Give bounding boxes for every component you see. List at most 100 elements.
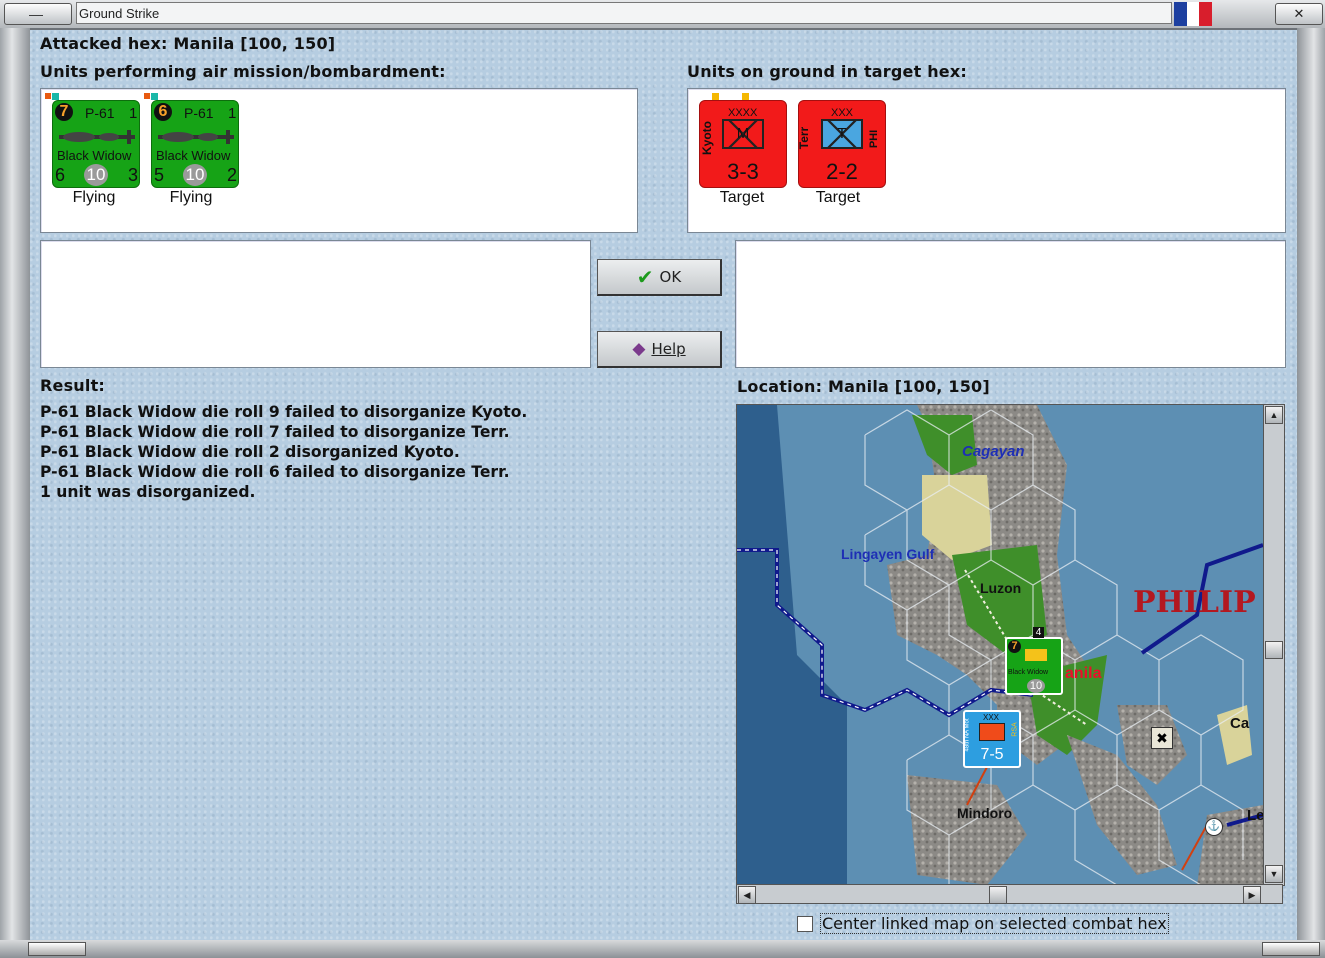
unit-id-badge: 6 bbox=[154, 103, 172, 121]
ground-units-secondary-panel bbox=[735, 240, 1286, 368]
window-title: Ground Strike bbox=[76, 2, 1172, 24]
armor-symbol-icon bbox=[979, 723, 1005, 741]
marker-icon bbox=[45, 93, 51, 99]
unit-size: XXXX bbox=[728, 107, 758, 119]
result-line: P-61 Black Widow die roll 6 failed to di… bbox=[40, 463, 510, 481]
aircraft-icon bbox=[59, 130, 135, 144]
location-map[interactable]: Cagayan Lingayen Gulf Luzon PHILIP anila… bbox=[736, 404, 1264, 886]
air-unit-status: Flying bbox=[169, 189, 213, 206]
ground-units-label: Units on ground in target hex: bbox=[687, 62, 967, 81]
center-map-checkbox[interactable] bbox=[797, 916, 813, 932]
aircraft-icon bbox=[158, 130, 234, 144]
unit-right-value: 2 bbox=[227, 165, 238, 185]
aircraft-type: P-61 bbox=[184, 105, 214, 121]
map-label-mindoro: Mindoro bbox=[957, 805, 1013, 821]
marker-icon bbox=[712, 93, 719, 100]
resize-grip-left[interactable] bbox=[28, 942, 86, 956]
scroll-down-icon[interactable]: ▼ bbox=[1265, 865, 1283, 883]
unit-strength: 7-5 bbox=[980, 746, 1004, 763]
unit-left-value: 6 bbox=[55, 165, 66, 185]
unit-corner-value: 1 bbox=[228, 105, 237, 122]
help-book-icon: ◆ bbox=[632, 339, 646, 359]
unit-right-value: 3 bbox=[128, 165, 139, 185]
map-air-counter[interactable]: 4 7 Black Widow 10 bbox=[1005, 627, 1063, 695]
air-unit-status: Flying bbox=[72, 189, 116, 206]
aircraft-name: Black Widow bbox=[156, 148, 231, 163]
resize-grip-right[interactable] bbox=[1262, 942, 1320, 956]
ground-unit-status: Target bbox=[719, 189, 765, 206]
unit-nation: RSA bbox=[1011, 722, 1019, 737]
help-button-label: Help bbox=[651, 340, 686, 358]
result-log: P-61 Black Widow die roll 9 failed to di… bbox=[40, 402, 527, 502]
unit-side-label: Kyoto bbox=[700, 121, 714, 155]
window-menu-button[interactable]: — bbox=[4, 3, 72, 25]
air-units-label: Units performing air mission/bombardment… bbox=[40, 62, 446, 81]
ground-unit-counter[interactable]: Terr XXX T PHI 2-2 bbox=[797, 100, 886, 188]
unit-side-label: Terr bbox=[797, 126, 812, 150]
unit-corner-value: 1 bbox=[129, 105, 138, 122]
ground-unit-counter[interactable]: Kyoto XXXX M 3-3 bbox=[699, 93, 787, 188]
ok-button[interactable]: ✔ OK bbox=[597, 259, 722, 296]
marker-icon bbox=[742, 93, 749, 100]
air-units-secondary-panel bbox=[40, 240, 591, 368]
scroll-up-icon[interactable]: ▲ bbox=[1265, 406, 1283, 424]
location-label: Location: Manila [100, 150] bbox=[737, 377, 990, 396]
close-button[interactable]: ✕ bbox=[1275, 3, 1323, 25]
help-button[interactable]: ◆ Help bbox=[597, 331, 722, 368]
unit-left-value: 5 bbox=[154, 165, 165, 185]
window-frame-bottom bbox=[0, 940, 1325, 958]
map-label-luzon: Luzon bbox=[980, 580, 1022, 596]
marker-icon bbox=[151, 93, 158, 100]
checkmark-icon: ✔ bbox=[636, 265, 654, 289]
map-label-cagayan: Cagayan bbox=[962, 443, 1025, 460]
unit-center-value: 10 bbox=[84, 164, 108, 186]
attacked-hex-label: Attacked hex: Manila [100, 150] bbox=[40, 34, 336, 53]
map-label-lingayen: Lingayen Gulf bbox=[841, 546, 935, 562]
result-line: P-61 Black Widow die roll 9 failed to di… bbox=[40, 403, 528, 421]
aircraft-type: P-61 bbox=[85, 105, 115, 121]
air-unit-counter[interactable]: 7 P-61 1 Black Widow 6 10 3 bbox=[45, 93, 140, 188]
unit-symbol: M bbox=[722, 119, 764, 149]
stack-count-badge: 4 bbox=[1033, 627, 1044, 638]
ground-units-panel: Kyoto XXXX M 3-3 Target Terr XXX T PHI 2… bbox=[687, 88, 1286, 233]
anchor-icon[interactable]: ⚓ bbox=[1205, 818, 1223, 836]
map-horizontal-scrollbar[interactable]: ◀ ▶ bbox=[736, 884, 1283, 904]
air-unit-counter[interactable]: 6 P-61 1 Black Widow 5 10 2 bbox=[144, 93, 239, 188]
ground-strike-window: — Ground Strike ✕ Attacked hex: Manila [… bbox=[0, 0, 1325, 958]
title-bar: — Ground Strike ✕ bbox=[0, 0, 1325, 30]
unit-strength: 3-3 bbox=[727, 159, 759, 184]
marker-icon bbox=[52, 93, 59, 100]
unit-center-value: 10 bbox=[183, 164, 207, 186]
result-line: 1 unit was disorganized. bbox=[40, 483, 256, 501]
unit-strength: 2-2 bbox=[826, 159, 858, 184]
unit-id-badge: 7 bbox=[1008, 640, 1021, 653]
unit-size: XXX bbox=[983, 713, 1000, 722]
scroll-right-icon[interactable]: ▶ bbox=[1243, 886, 1261, 904]
scroll-thumb[interactable] bbox=[989, 886, 1007, 904]
scroll-thumb[interactable] bbox=[1265, 641, 1283, 659]
unit-id-badge: 7 bbox=[55, 103, 73, 121]
center-map-checkbox-label[interactable]: Center linked map on selected combat hex bbox=[820, 913, 1169, 934]
map-label-le: Le bbox=[1247, 807, 1264, 824]
dash-icon: — bbox=[29, 6, 43, 22]
unit-symbol: T bbox=[821, 119, 863, 149]
crossed-swords-icon[interactable]: ✖ bbox=[1151, 727, 1173, 749]
result-line: P-61 Black Widow die roll 7 failed to di… bbox=[40, 423, 510, 441]
ok-button-label: OK bbox=[659, 268, 682, 286]
scroll-left-icon[interactable]: ◀ bbox=[738, 886, 756, 904]
map-label-ca: Ca bbox=[1230, 715, 1250, 732]
map-label-manila: anila bbox=[1065, 665, 1102, 682]
aircraft-name: Black Widow bbox=[57, 148, 132, 163]
france-flag-icon bbox=[1174, 2, 1213, 26]
unit-center-value: 10 bbox=[1027, 679, 1045, 693]
window-frame-right bbox=[1297, 28, 1325, 940]
window-frame-left bbox=[0, 28, 30, 940]
map-vertical-scrollbar[interactable]: ▲ ▼ bbox=[1263, 404, 1285, 886]
unit-nation: PHI bbox=[868, 129, 881, 149]
map-ground-counter[interactable]: XXX 48th NA Mot RSA 7-5 bbox=[963, 710, 1021, 768]
map-label-philip: PHILIP bbox=[1133, 585, 1256, 620]
result-label: Result: bbox=[40, 376, 106, 395]
result-line: P-61 Black Widow die roll 2 disorganized… bbox=[40, 443, 460, 461]
burning-icon bbox=[1025, 649, 1047, 661]
marker-icon bbox=[144, 93, 150, 99]
